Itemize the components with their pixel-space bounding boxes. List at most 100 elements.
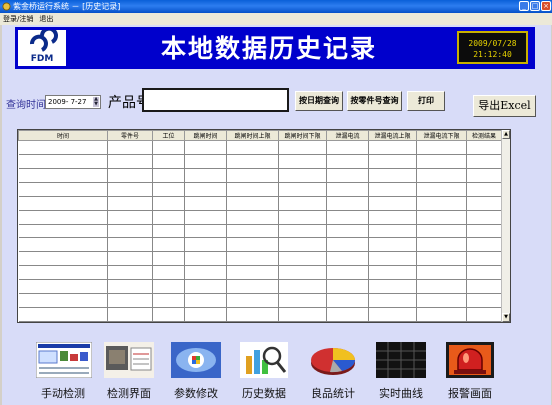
table-cell — [326, 293, 369, 309]
part-number-input[interactable] — [142, 88, 289, 112]
nav-alarm[interactable]: 报警画面 — [431, 340, 509, 404]
table-row[interactable] — [18, 279, 502, 295]
query-by-date-button[interactable]: 按日期查询 — [295, 91, 343, 111]
table-cell — [107, 154, 153, 169]
column-header[interactable]: 跳闸时间上限 — [226, 130, 279, 141]
table-cell — [18, 293, 108, 309]
nav-history-data[interactable]: 历史数据 — [225, 340, 303, 404]
table-row[interactable] — [18, 182, 502, 197]
column-header[interactable]: 跳闸时间下限 — [278, 130, 327, 141]
column-header[interactable]: 泄漏电流 — [326, 130, 369, 141]
table-cell — [466, 307, 502, 322]
manual-test-icon — [36, 342, 92, 378]
close-button[interactable]: × — [541, 1, 551, 11]
table-cell — [368, 210, 417, 225]
query-by-part-button[interactable]: 按零件号查询 — [347, 91, 402, 111]
table-cell — [326, 168, 369, 183]
column-header[interactable]: 泄漏电流上限 — [368, 130, 417, 141]
table-cell — [416, 251, 467, 267]
nav-label: 报警画面 — [448, 387, 492, 400]
nav-parameter-edit[interactable]: 参数修改 — [157, 340, 235, 404]
table-cell — [416, 182, 467, 197]
print-button[interactable]: 打印 — [407, 91, 445, 111]
nav-label: 良品统计 — [311, 387, 355, 400]
table-cell — [184, 265, 227, 281]
menu-item-exit[interactable]: 退出 — [39, 13, 53, 25]
scroll-up-icon[interactable]: ▲ — [502, 130, 510, 139]
table-cell — [278, 210, 327, 225]
table-row[interactable] — [18, 265, 502, 281]
table-row[interactable] — [18, 210, 502, 225]
table-cell — [416, 265, 467, 281]
table-cell — [326, 140, 369, 155]
date-spin-icon[interactable]: ▲ ▼ — [93, 97, 99, 107]
column-header[interactable]: 跳闸时间 — [184, 130, 227, 141]
date-value: 2009- 7-27 — [48, 98, 87, 106]
table-cell — [184, 182, 227, 197]
table-cell — [416, 196, 467, 211]
table-cell — [226, 140, 279, 155]
column-header[interactable]: 检测结果 — [466, 130, 502, 141]
table-cell — [152, 279, 185, 295]
table-cell — [226, 182, 279, 197]
table-cell — [416, 293, 467, 309]
maximize-button[interactable]: □ — [530, 1, 540, 11]
table-cell — [226, 154, 279, 169]
column-header[interactable]: 泄漏电流下限 — [416, 130, 467, 141]
table-cell — [107, 237, 153, 253]
table-cell — [107, 251, 153, 267]
table-body — [18, 140, 502, 322]
table-row[interactable] — [18, 168, 502, 183]
nav-label: 实时曲线 — [379, 387, 423, 400]
window-titlebar[interactable]: 紫金桥运行系统 － [历史记录] _ □ × — [0, 0, 552, 13]
table-cell — [107, 293, 153, 309]
table-cell — [107, 307, 153, 322]
table-cell — [152, 168, 185, 183]
clock-time: 21:12:40 — [473, 50, 512, 59]
table-cell — [18, 196, 108, 211]
table-cell — [278, 196, 327, 211]
header-banner: FDM 本地数据历史记录 2009/07/28 21:12:40 — [15, 27, 535, 69]
date-picker[interactable]: 2009- 7-27 ▲ ▼ — [45, 95, 101, 109]
table-row[interactable] — [18, 251, 502, 267]
table-row[interactable] — [18, 237, 502, 253]
table-row[interactable] — [18, 154, 502, 169]
table-cell — [152, 224, 185, 239]
table-cell — [368, 265, 417, 281]
table-cell — [152, 251, 185, 267]
nav-quality-stats[interactable]: 良品统计 — [294, 340, 372, 404]
table-cell — [416, 168, 467, 183]
table-cell — [184, 140, 227, 155]
table-cell — [18, 279, 108, 295]
column-header[interactable]: 工位 — [152, 130, 185, 141]
menu-bar: 登录/注销 退出 — [0, 13, 552, 25]
minimize-button[interactable]: _ — [519, 1, 529, 11]
table-cell — [152, 293, 185, 309]
column-header[interactable]: 时间 — [18, 130, 108, 141]
table-cell — [226, 307, 279, 322]
menu-item-login[interactable]: 登录/注销 — [3, 13, 33, 25]
table-row[interactable] — [18, 307, 502, 322]
table-cell — [278, 224, 327, 239]
table-cell — [416, 210, 467, 225]
table-row[interactable] — [18, 196, 502, 211]
nav-realtime-curve[interactable]: 实时曲线 — [362, 340, 440, 404]
alarm-icon — [446, 342, 494, 378]
history-table[interactable]: 时间 零件号 工位 跳闸时间 跳闸时间上限 跳闸时间下限 泄漏电流 泄漏电流上限… — [17, 129, 511, 323]
scroll-down-icon[interactable]: ▼ — [502, 313, 510, 322]
table-scrollbar[interactable]: ▲ ▼ — [501, 130, 510, 322]
table-cell — [466, 237, 502, 253]
table-cell — [368, 196, 417, 211]
realtime-curve-icon — [376, 342, 426, 378]
table-cell — [466, 279, 502, 295]
column-header[interactable]: 零件号 — [107, 130, 153, 141]
table-row[interactable] — [18, 224, 502, 239]
export-excel-button[interactable]: 导出Excel — [473, 95, 536, 117]
table-cell — [18, 251, 108, 267]
table-row[interactable] — [18, 293, 502, 309]
table-cell — [416, 224, 467, 239]
history-grid: 时间 零件号 工位 跳闸时间 跳闸时间上限 跳闸时间下限 泄漏电流 泄漏电流上限… — [18, 130, 502, 322]
table-row[interactable] — [18, 140, 502, 155]
table-cell — [18, 210, 108, 225]
table-cell — [18, 237, 108, 253]
